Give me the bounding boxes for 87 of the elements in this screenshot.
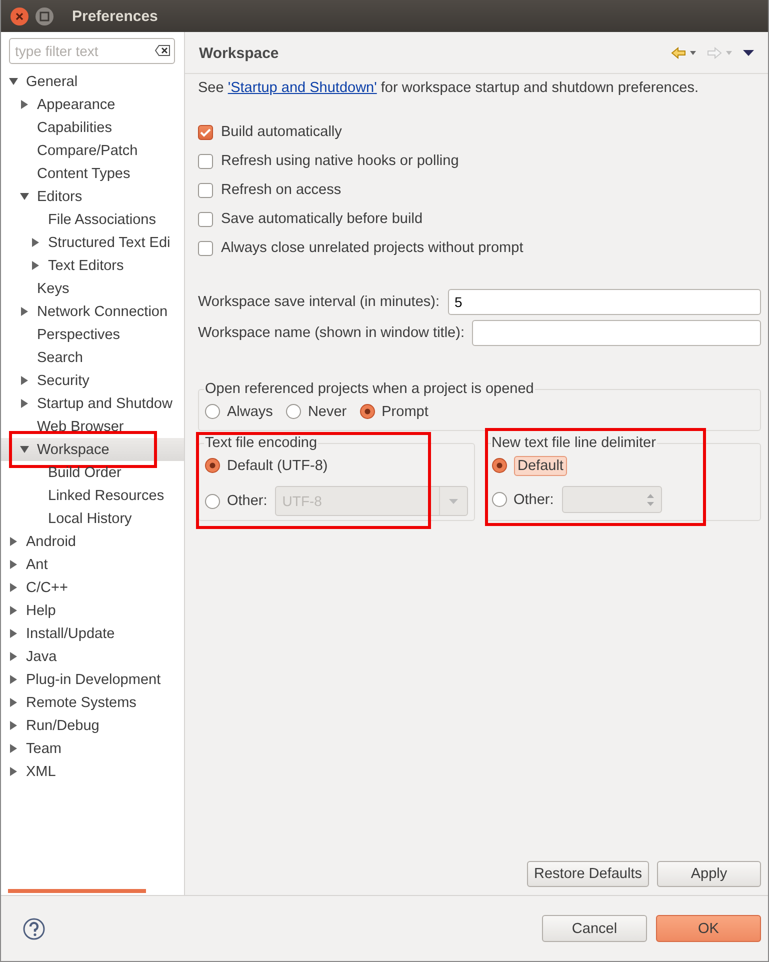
input-field[interactable]: 5 [448,289,761,315]
menu-icon[interactable] [743,50,754,56]
radio-button[interactable]: Other: [205,488,268,514]
checkbox[interactable]: Refresh on access [198,180,761,200]
collapsed-arrow-icon[interactable] [9,606,18,615]
group-title: Open referenced projects when a project is opened [204,381,535,397]
collapsed-arrow-icon[interactable] [31,261,40,270]
tree-item[interactable]: Search [1,346,184,369]
action-button[interactable]: Apply [657,861,761,887]
tree-item[interactable]: Plug-in Development [1,668,184,691]
tree-item[interactable]: Ant [1,553,184,576]
scrollbar-thumb[interactable] [8,889,146,893]
tree-item[interactable]: Install/Update [1,622,184,645]
expanded-arrow-icon[interactable] [20,445,29,454]
tree-item[interactable]: Workspace [1,438,184,461]
radio-button[interactable]: Never [286,399,347,424]
collapsed-arrow-icon[interactable] [20,100,29,109]
tree-item[interactable]: Compare/Patch [1,139,184,162]
tree-item[interactable]: Java [1,645,184,668]
tree-item[interactable]: Startup and Shutdow [1,392,184,415]
tree-item[interactable]: Editors [1,185,184,208]
action-button[interactable]: Restore Defaults [527,861,649,887]
checkbox[interactable]: Refresh using native hooks or polling [198,151,761,171]
collapsed-arrow-icon[interactable] [9,652,18,661]
tree-item[interactable]: Linked Resources [1,484,184,507]
collapsed-arrow-icon[interactable] [31,238,40,247]
tree-item[interactable]: Text Editors [1,254,184,277]
checkbox[interactable]: Save automatically before build [198,209,761,229]
startup-link[interactable]: 'Startup and Shutdown' [228,80,377,96]
tree-item[interactable]: General [1,70,184,93]
tree-item[interactable]: Capabilities [1,116,184,139]
field-label: Workspace name (shown in window title): [198,325,464,341]
collapsed-arrow-icon[interactable] [9,583,18,592]
close-icon[interactable] [10,6,29,26]
clear-icon[interactable] [155,45,170,56]
expanded-arrow-icon[interactable] [9,77,18,86]
help-icon[interactable] [23,918,45,940]
tree-item[interactable]: Web Browser [1,415,184,438]
checkbox[interactable]: Always close unrelated projects without prompt [198,238,761,258]
input-field[interactable] [472,320,761,346]
expanded-arrow-icon[interactable] [20,192,29,201]
radio-button[interactable]: Always [205,399,273,424]
tree-item[interactable]: Keys [1,277,184,300]
dialog-button[interactable]: OK [656,915,761,942]
collapsed-arrow-icon[interactable] [20,376,29,385]
tree-item[interactable]: Security [1,369,184,392]
collapsed-arrow-icon[interactable] [20,307,29,316]
group-title: New text file line delimiter [490,435,657,451]
tree-item[interactable]: Appearance [1,93,184,116]
collapsed-arrow-icon[interactable] [9,744,18,753]
tree-item[interactable]: XML [1,760,184,783]
back-arrow-icon[interactable] [671,47,697,59]
checkmark-icon [200,128,211,136]
radio-button[interactable]: Default [492,453,754,478]
tree-item[interactable]: Build Order [1,461,184,484]
tree-item[interactable]: Network Connection [1,300,184,323]
tree-item[interactable]: Team [1,737,184,760]
dialog-button[interactable]: Cancel [542,915,647,942]
collapsed-arrow-icon[interactable] [9,537,18,546]
collapsed-arrow-icon[interactable] [9,698,18,707]
tree-item[interactable]: File Associations [1,208,184,231]
group-title: Text file encoding [204,435,318,451]
intro-text: See 'Startup and Shutdown' for workspace startup and shutdown preferences. [198,80,700,96]
maximize-icon[interactable] [35,6,54,26]
radio-button[interactable]: Prompt [360,399,428,424]
collapsed-arrow-icon[interactable] [9,560,18,569]
collapsed-arrow-icon[interactable] [9,767,18,776]
window-title: Preferences [72,8,158,24]
collapsed-arrow-icon[interactable] [9,675,18,684]
tree-item[interactable]: C/C++ [1,576,184,599]
tree-item[interactable]: Perspectives [1,323,184,346]
checkbox[interactable]: Build automatically [198,122,761,142]
radio-button[interactable]: Default (UTF-8) [205,453,468,478]
tree-item[interactable]: Local History [1,507,184,530]
tree-item[interactable]: Structured Text Edi [1,231,184,254]
tree-item[interactable]: Help [1,599,184,622]
tree-item[interactable]: Remote Systems [1,691,184,714]
filter-field[interactable]: type filter text [9,38,175,64]
collapsed-arrow-icon[interactable] [9,721,18,730]
radio-button[interactable]: Other: [492,487,554,512]
collapsed-arrow-icon[interactable] [9,629,18,638]
field-label: Workspace save interval (in minutes): [198,294,440,310]
tree-item[interactable]: Android [1,530,184,553]
collapsed-arrow-icon[interactable] [20,399,29,408]
tree-item[interactable]: Content Types [1,162,184,185]
tree-item[interactable]: Run/Debug [1,714,184,737]
page-title: Workspace [199,44,279,62]
